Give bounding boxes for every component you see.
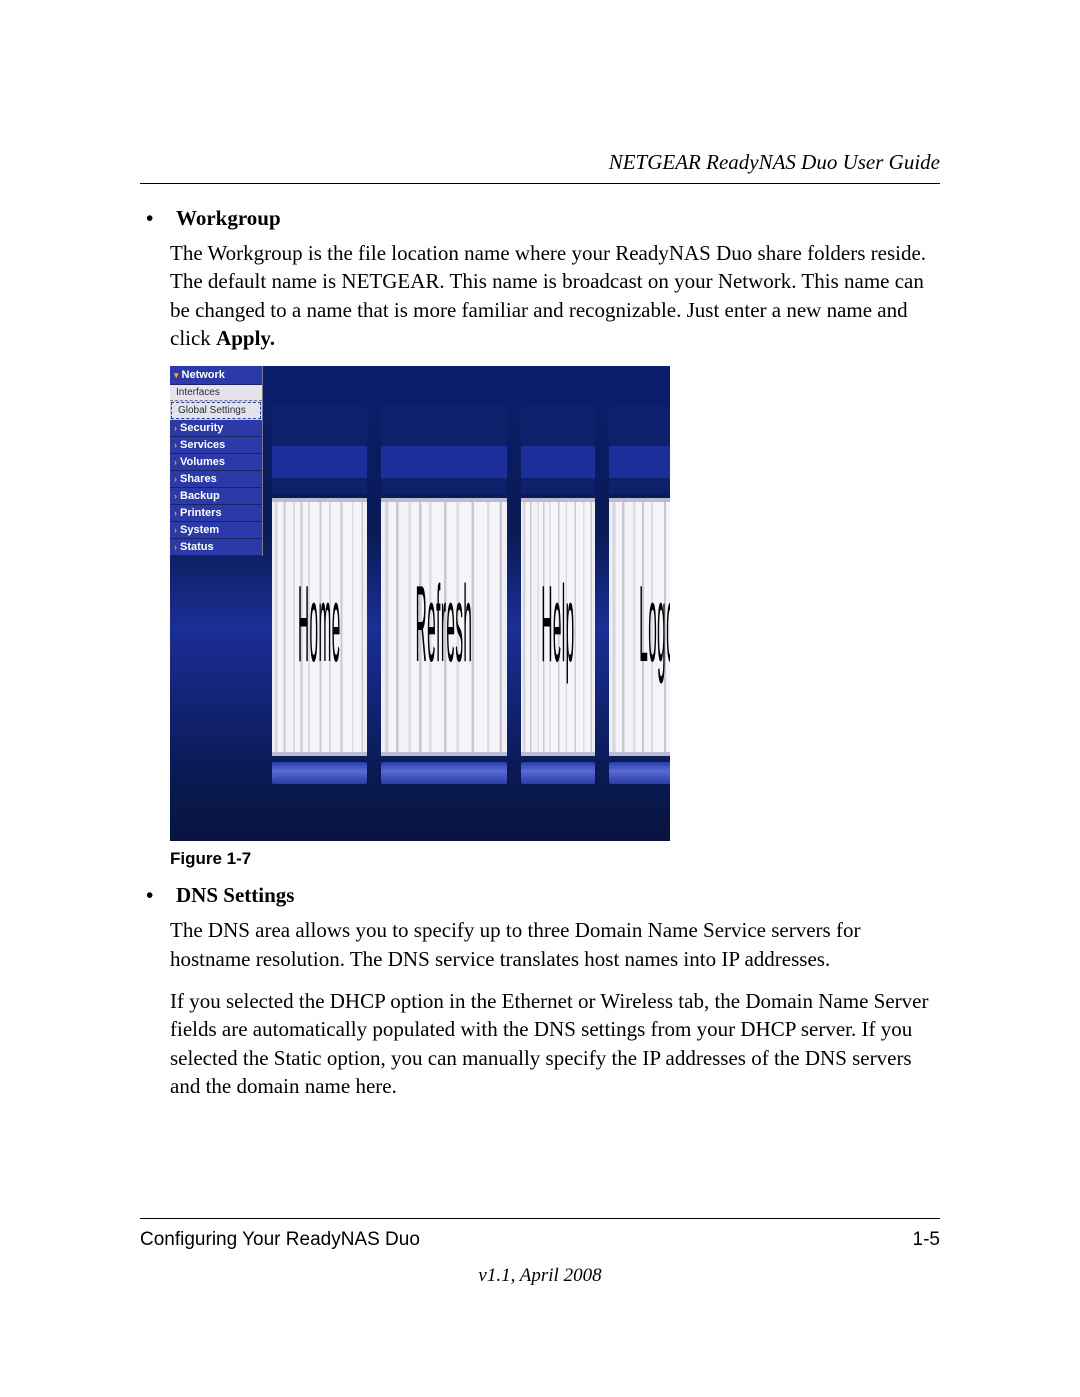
chevron-right-icon: › [174,492,177,501]
button-face: Refresh [381,498,507,756]
sidebar-label: Volumes [180,456,225,468]
figure-caption: Figure 1-7 [170,849,940,869]
sidebar-label: System [180,524,219,536]
button-underbar [381,762,507,784]
chevron-right-icon: › [174,526,177,535]
toolbar-home-button[interactable]: Home [272,406,367,806]
sidebar-network-label: Network [182,369,225,381]
page-footer: Configuring Your ReadyNAS Duo 1-5 v1.1, … [140,1218,940,1287]
sidebar-item-services[interactable]: ›Services [170,437,262,454]
footer-page-number: 1-5 [913,1229,940,1251]
chevron-right-icon: › [174,543,177,552]
figure-1-7: ▾ Network Interfaces Global Settings ›Se… [170,366,940,841]
header-guide-title: NETGEAR ReadyNAS Duo User Guide [140,150,940,175]
toolbar-help-button[interactable]: Help [521,406,595,806]
sidebar-item-status[interactable]: ›Status [170,539,262,556]
footer-rule [140,1218,940,1219]
button-label: Home [298,565,341,690]
chevron-right-icon: › [174,424,177,433]
sidebar-label: Services [180,439,225,451]
bullet-workgroup-label: Workgroup [176,206,281,231]
sidebar-label: Printers [180,507,222,519]
sidebar-label: Security [180,422,223,434]
bullet-dot-icon: • [140,206,176,231]
button-underbar [609,762,670,784]
screenshot-toolbar: Home Refresh Help Logout [272,406,662,806]
bullet-workgroup: • Workgroup [140,206,940,231]
button-face: Logout [609,498,670,756]
screenshot-window: ▾ Network Interfaces Global Settings ›Se… [170,366,670,841]
button-face: Help [521,498,595,756]
sidebar-network-header[interactable]: ▾ Network [170,366,262,385]
bullet-dot-icon: • [140,883,176,908]
sidebar-item-shares[interactable]: ›Shares [170,471,262,488]
sidebar-item-volumes[interactable]: ›Volumes [170,454,262,471]
button-underbar [272,762,367,784]
toolbar-refresh-button[interactable]: Refresh [381,406,507,806]
screenshot-sidebar: ▾ Network Interfaces Global Settings ›Se… [170,366,263,556]
sidebar-sub-interfaces[interactable]: Interfaces [170,385,262,401]
button-label: Refresh [415,565,472,690]
footer-version-line: v1.1, April 2008 [140,1265,940,1287]
footer-section-title: Configuring Your ReadyNAS Duo [140,1229,420,1251]
sidebar-item-printers[interactable]: ›Printers [170,505,262,522]
workgroup-paragraph: The Workgroup is the file location name … [170,239,940,352]
sidebar-item-backup[interactable]: ›Backup [170,488,262,505]
sidebar-item-system[interactable]: ›System [170,522,262,539]
button-face: Home [272,498,367,756]
button-underbar [521,762,595,784]
sidebar-label: Status [180,541,214,553]
chevron-right-icon: › [174,458,177,467]
dns-paragraph-2: If you selected the DHCP option in the E… [170,987,940,1100]
bullet-dns-settings: • DNS Settings [140,883,940,908]
chevron-right-icon: › [174,441,177,450]
sidebar-label: Shares [180,473,217,485]
chevron-right-icon: › [174,475,177,484]
document-page: NETGEAR ReadyNAS Duo User Guide • Workgr… [0,0,1080,1397]
bullet-dns-label: DNS Settings [176,883,294,908]
sidebar-label: Backup [180,490,220,502]
dns-paragraph-1: The DNS area allows you to specify up to… [170,916,940,973]
toolbar-logout-button[interactable]: Logout [609,406,670,806]
button-label: Help [541,565,574,690]
apply-word: Apply. [216,326,275,350]
sidebar-sub-global-settings[interactable]: Global Settings [171,402,261,419]
sidebar-item-security[interactable]: ›Security [170,420,262,437]
button-label: Logout [639,565,670,690]
chevron-right-icon: › [174,509,177,518]
header-rule [140,183,940,184]
workgroup-text: The Workgroup is the file location name … [170,241,926,350]
chevron-down-icon: ▾ [174,371,179,380]
